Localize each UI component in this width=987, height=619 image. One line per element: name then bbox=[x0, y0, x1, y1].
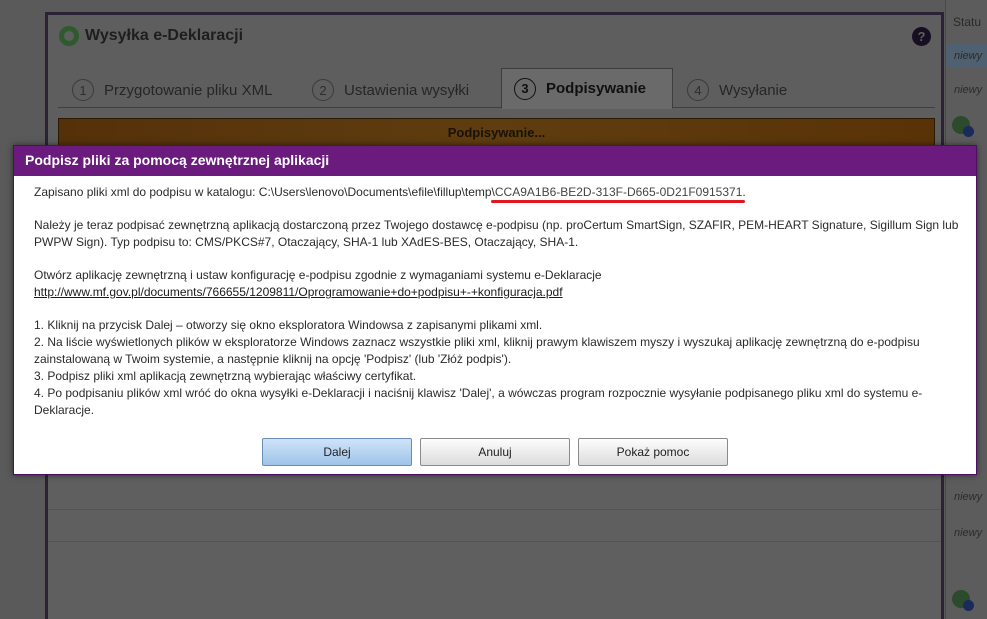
status-row[interactable]: niewy bbox=[954, 527, 982, 539]
configuration-paragraph: Otwórz aplikację zewnętrzną i ustaw konf… bbox=[34, 267, 964, 301]
cancel-button[interactable]: Anuluj bbox=[420, 438, 570, 466]
steps-list: 1. Kliknij na przycisk Dalej – otworzy s… bbox=[34, 317, 964, 419]
tab-wysylanie[interactable]: 4 Wysyłanie bbox=[687, 72, 787, 108]
instructions-paragraph: Należy je teraz podpisać zewnętrzną apli… bbox=[34, 218, 959, 249]
tab-label: Ustawienia wysyłki bbox=[344, 81, 470, 99]
step-item: 4. Po podpisaniu plików xml wróć do okna… bbox=[34, 386, 923, 417]
save-path-prefix: Zapisano pliki xml do podpisu w katalogu… bbox=[34, 185, 495, 199]
status-column-header: Statu bbox=[953, 15, 982, 29]
signing-progress-bar: Podpisywanie... bbox=[58, 118, 935, 148]
temp-folder-guid: CCA9A1B6-BE2D-313F-D665-0D21F0915371 bbox=[490, 185, 746, 203]
status-row[interactable]: niewy bbox=[954, 491, 982, 503]
modal-body: Zapisano pliki xml do podpisu w katalogu… bbox=[34, 184, 964, 419]
modal-buttons: Dalej Anuluj Pokaż pomoc bbox=[262, 438, 736, 466]
step-item: 2. Na liście wyświetlonych plików w eksp… bbox=[34, 335, 920, 366]
configuration-text: Otwórz aplikację zewnętrzną i ustaw konf… bbox=[34, 268, 602, 282]
external-sign-modal: Podpisz pliki za pomocą zewnętrznej apli… bbox=[13, 145, 977, 475]
step-number: 4 bbox=[687, 79, 709, 101]
tab-label: Wysyłanie bbox=[719, 81, 788, 99]
step-number: 2 bbox=[312, 79, 334, 101]
tab-podpisywanie[interactable]: 3 Podpisywanie bbox=[501, 68, 674, 109]
configuration-link[interactable]: http://www.mf.gov.pl/documents/766655/12… bbox=[34, 285, 563, 299]
signed-status-icon bbox=[952, 590, 974, 611]
wysylka-lower-area bbox=[48, 477, 941, 619]
next-button[interactable]: Dalej bbox=[262, 438, 412, 466]
tab-ustawienia[interactable]: 2 Ustawienia wysyłki bbox=[312, 72, 469, 108]
modal-title: Podpisz pliki za pomocą zewnętrznej apli… bbox=[14, 146, 976, 176]
tab-label: Przygotowanie pliku XML bbox=[104, 81, 273, 99]
red-underline-annotation bbox=[490, 200, 746, 203]
status-row[interactable]: niewy bbox=[954, 50, 982, 62]
status-row[interactable]: niewy bbox=[954, 84, 982, 96]
step-item: 3. Podpisz pliki xml aplikacją zewnętrzn… bbox=[34, 369, 417, 383]
tab-label: Podpisywanie bbox=[546, 80, 647, 97]
tab-przygotowanie[interactable]: 1 Przygotowanie pliku XML bbox=[72, 72, 272, 108]
help-icon[interactable]: ? bbox=[912, 27, 931, 46]
e-deklaracje-logo-icon bbox=[59, 26, 79, 46]
wizard-steps: 1 Przygotowanie pliku XML 2 Ustawienia w… bbox=[58, 68, 935, 109]
divider bbox=[48, 541, 941, 542]
save-path-text: Zapisano pliki xml do podpisu w katalogu… bbox=[34, 184, 964, 203]
step-item: 1. Kliknij na przycisk Dalej – otworzy s… bbox=[34, 318, 543, 332]
step-number: 1 bbox=[72, 79, 94, 101]
show-help-button[interactable]: Pokaż pomoc bbox=[578, 438, 728, 466]
wysylka-title: Wysyłka e-Deklaracji bbox=[85, 27, 244, 44]
signed-status-icon bbox=[952, 116, 974, 137]
step-number: 3 bbox=[514, 77, 536, 100]
wysylka-titlebar: Wysyłka e-Deklaracji ? bbox=[48, 15, 941, 57]
divider bbox=[48, 509, 941, 510]
